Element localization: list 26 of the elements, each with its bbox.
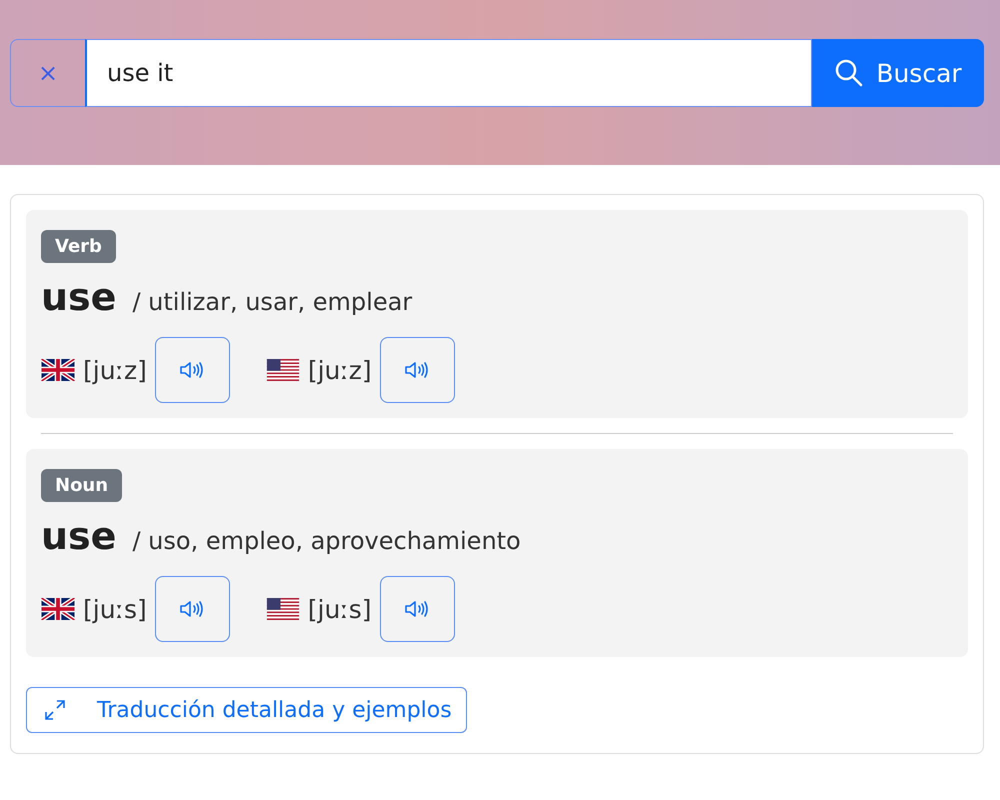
speaker-icon (179, 360, 206, 380)
phonetic-text: [juːz] (308, 356, 372, 384)
headword: use (41, 514, 116, 558)
audio-button[interactable] (154, 576, 230, 642)
part-of-speech-badge: Verb (41, 230, 116, 263)
phonetic-text: [juːs] (308, 594, 372, 624)
headword: use (41, 275, 116, 319)
us-flag-icon (266, 359, 300, 381)
us-flag-icon (266, 598, 300, 620)
translation-text: / uso, empleo, aprovechamiento (132, 527, 521, 555)
part-of-speech-badge: Noun (41, 469, 122, 502)
phonetic-text: [juːz] (83, 356, 147, 384)
speaker-icon (404, 599, 430, 619)
translation-text: / utilizar, usar, emplear (132, 288, 412, 316)
speaker-icon (179, 599, 206, 619)
audio-button[interactable] (380, 337, 455, 403)
detailed-translation-button[interactable]: Traducción detallada y ejemplos (26, 687, 467, 733)
search-icon (834, 58, 864, 88)
speaker-icon (404, 360, 430, 380)
search-field[interactable]: use it (85, 39, 812, 107)
search-button[interactable]: Buscar (812, 39, 984, 107)
audio-button[interactable] (380, 576, 454, 642)
audio-button[interactable] (154, 337, 230, 403)
uk-flag-icon (41, 598, 75, 620)
phonetic-text: [juːs] (83, 594, 147, 624)
uk-flag-icon (41, 359, 75, 381)
